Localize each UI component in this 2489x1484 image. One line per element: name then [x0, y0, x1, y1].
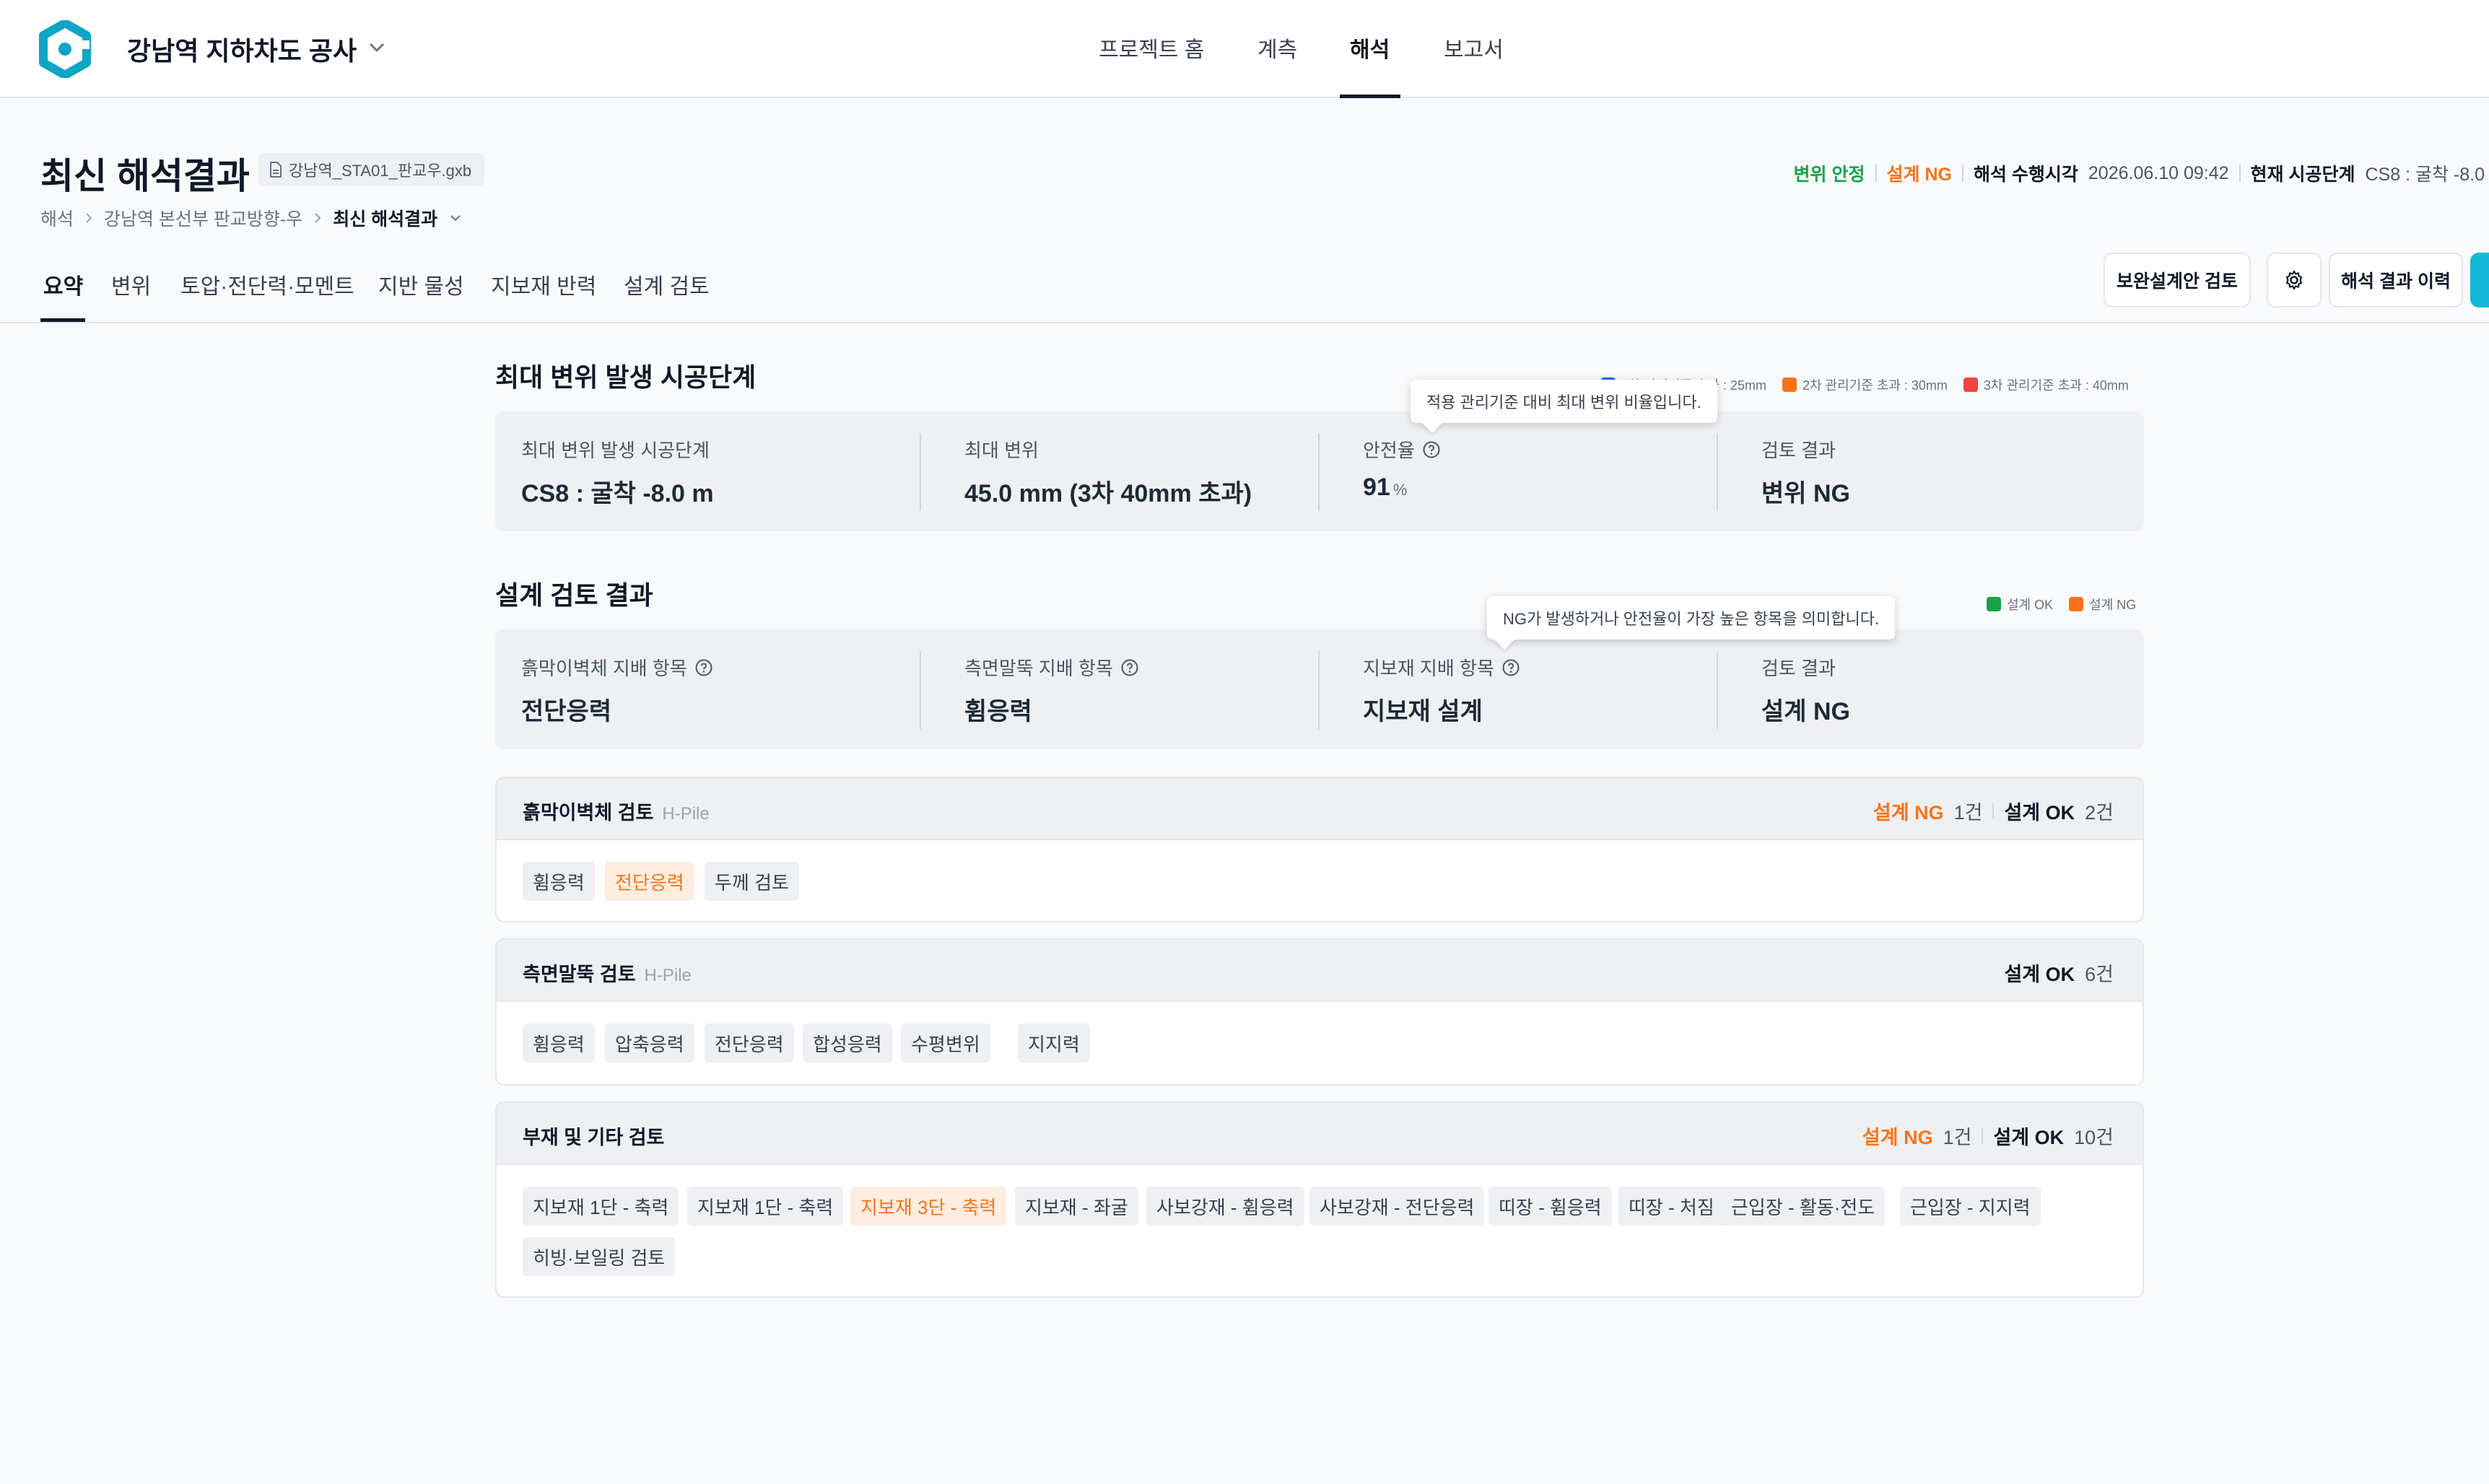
max-disp-value: 최대 변위 45.0 mm (3차 40mm 초과) [964, 440, 1252, 507]
check-chip-ng[interactable]: 지보재 3단 - 축력 [850, 1187, 1007, 1226]
result-history-button[interactable]: 해석 결과 이력 [2329, 253, 2463, 307]
help-icon[interactable] [694, 658, 713, 677]
design-review-card: 흙막이벽체 지배 항목 전단응력 측면말뚝 지배 항목 휨응력 지보재 지배 항… [495, 629, 2144, 749]
settings-button[interactable] [2267, 253, 2322, 307]
wall-governing-item: 흙막이벽체 지배 항목 전단응력 [495, 629, 920, 749]
tab-soil-properties[interactable]: 지반 물성 [378, 269, 464, 300]
check-chip[interactable]: 지보재 1단 - 축력 [687, 1187, 844, 1226]
run-time-label: 해석 수행시각 [1973, 165, 2078, 185]
breadcrumb-current[interactable]: 최신 해석결과 [333, 205, 437, 231]
check-chip[interactable]: 휨응력 [523, 1023, 595, 1062]
check-chip[interactable]: 수평변위 [901, 1023, 990, 1062]
nav-project-home[interactable]: 프로젝트 홈 [1099, 32, 1204, 64]
check-chip[interactable]: 지보재 1단 - 축력 [523, 1187, 679, 1226]
check-chip[interactable]: 근입장 - 지지력 [1900, 1187, 2041, 1226]
check-chip-ng[interactable]: 전단응력 [605, 862, 694, 901]
check-chip[interactable]: 사보강재 - 전단응력 [1309, 1187, 1485, 1226]
run-time-value: 2026.06.10 09:42 [2088, 162, 2229, 183]
nav-active-indicator [1340, 95, 1400, 98]
chevron-right-icon [315, 213, 321, 223]
wall-review-header[interactable]: 흙막이벽체 검토 H-Pile 설계 NG 1건 설계 OK 2건 [497, 778, 2143, 840]
safety-factor-unit: % [1392, 481, 1408, 499]
legend-item-ng: 설계 NG [2069, 595, 2136, 614]
stage-label: 현재 시공단계 [2250, 165, 2355, 185]
max-disp-card: 최대 변위 발생 시공단계 CS8 : 굴착 -8.0 m 최대 변위 45.0… [495, 411, 2144, 531]
chevron-right-icon [86, 213, 92, 223]
gear-icon [2285, 270, 2303, 290]
check-chip[interactable]: 두께 검토 [705, 862, 799, 901]
check-chip[interactable]: 지지력 [1018, 1023, 1090, 1062]
wall-review-panel: 흙막이벽체 검토 H-Pile 설계 NG 1건 설계 OK 2건 휨응력 전단응… [495, 777, 2144, 922]
check-chip[interactable]: 근입장 - 활동·전도 [1721, 1187, 1886, 1226]
nav-report[interactable]: 보고서 [1444, 32, 1504, 64]
analysis-status: 변위 안정 설계 NG 해석 수행시각 2026.06.10 09:42 현재 … [1794, 160, 2485, 186]
chevron-down-icon[interactable] [367, 38, 387, 58]
safety-factor-label: 안전율 [1363, 440, 1415, 461]
pile-review-panel: 측면말뚝 검토 H-Pile 설계 OK 6건 휨응력 압축응력 전단응력 합성응… [495, 938, 2144, 1086]
file-chip[interactable]: 강남역_STA01_판교우.gxb [258, 153, 485, 186]
pile-governing-item: 측면말뚝 지배 항목 휨응력 [938, 629, 1337, 749]
top-navigation-bar: 강남역 지하차도 공사 프로젝트 홈 계측 해석 보고서 [0, 0, 2489, 98]
design-review-section-title: 설계 검토 결과 [495, 580, 653, 610]
chevron-down-icon[interactable] [448, 211, 463, 225]
tab-design-review[interactable]: 설계 검토 [624, 269, 710, 300]
check-chip[interactable]: 압축응력 [605, 1023, 694, 1062]
primary-action-button[interactable] [2470, 253, 2489, 307]
governing-item-tooltip: NG가 발생하거나 안전율이 가장 높은 항목을 의미합니다. [1487, 596, 1896, 640]
safety-factor: 안전율 91% [1337, 411, 1735, 531]
design-review-result: 검토 결과 설계 NG [1761, 658, 1851, 725]
help-icon[interactable] [1120, 658, 1139, 677]
design-status-badge: 설계 NG [1886, 165, 1952, 185]
tab-support-reaction[interactable]: 지보재 반력 [491, 269, 596, 300]
tab-displacement[interactable]: 변위 [111, 269, 151, 300]
safety-factor-tooltip: 적용 관리기준 대비 최대 변위 비율입니다. [1411, 380, 1717, 423]
disp-review-result: 검토 결과 변위 NG [1761, 440, 1851, 507]
check-chip[interactable]: 히빙·보일링 검토 [523, 1237, 676, 1276]
check-chip[interactable]: 사보강재 - 휨응력 [1146, 1187, 1304, 1226]
help-icon[interactable] [1422, 440, 1441, 459]
tab-earth-pressure[interactable]: 토압·전단력·모멘트 [180, 269, 354, 300]
app-logo-icon[interactable] [39, 20, 91, 78]
check-chip[interactable]: 지보재 - 좌굴 [1015, 1187, 1138, 1226]
legend-item-ok: 설계 OK [1987, 595, 2053, 614]
check-chip[interactable]: 띠장 - 처짐 [1618, 1187, 1725, 1226]
breadcrumb-analysis[interactable]: 해석 [40, 205, 74, 231]
pile-review-header[interactable]: 측면말뚝 검토 H-Pile 설계 OK 6건 [497, 940, 2143, 1002]
legend-item-3rd: 3차 관리기준 초과 : 40mm [1963, 375, 2129, 394]
design-review-legend: 설계 OK 설계 NG [1987, 595, 2136, 614]
nav-analysis[interactable]: 해석 [1350, 32, 1390, 64]
tab-summary[interactable]: 요약 [43, 269, 83, 300]
member-review-header[interactable]: 부재 및 기타 검토 설계 NG 1건 설계 OK 10건 [497, 1103, 2143, 1165]
file-name: 강남역_STA01_판교우.gxb [289, 162, 472, 180]
safety-factor-value: 91 [1363, 473, 1390, 501]
check-chip[interactable]: 휨응력 [523, 862, 595, 901]
disp-status-badge: 변위 안정 [1793, 165, 1865, 185]
project-selector[interactable]: 강남역 지하차도 공사 [127, 30, 357, 68]
breadcrumb-section[interactable]: 강남역 본선부 판교방향-우 [104, 205, 302, 231]
support-governing-item: 지보재 지배 항목 지보재 설계 [1337, 629, 1735, 749]
help-icon[interactable] [1501, 658, 1520, 677]
check-chip[interactable]: 띠장 - 휨응력 [1488, 1187, 1612, 1226]
legend-item-2nd: 2차 관리기준 초과 : 30mm [1782, 375, 1948, 394]
max-disp-section-title: 최대 변위 발생 시공단계 [495, 362, 757, 392]
file-icon [270, 162, 282, 178]
stage-value: CS8 : 굴착 -8.0 [2365, 165, 2485, 185]
page-title: 최신 해석결과 [40, 156, 250, 196]
member-review-panel: 부재 및 기타 검토 설계 NG 1건 설계 OK 10건 지보재 1단 - 축… [495, 1101, 2144, 1298]
breadcrumb: 해석 강남역 본선부 판교방향-우 최신 해석결과 [40, 205, 463, 231]
check-chip[interactable]: 합성응력 [803, 1023, 892, 1062]
max-disp-stage: 최대 변위 발생 시공단계 CS8 : 굴착 -8.0 m [521, 440, 714, 507]
alt-design-review-button[interactable]: 보완설계안 검토 [2104, 253, 2251, 307]
check-chip[interactable]: 전단응력 [705, 1023, 794, 1062]
nav-monitoring[interactable]: 계측 [1257, 32, 1297, 64]
